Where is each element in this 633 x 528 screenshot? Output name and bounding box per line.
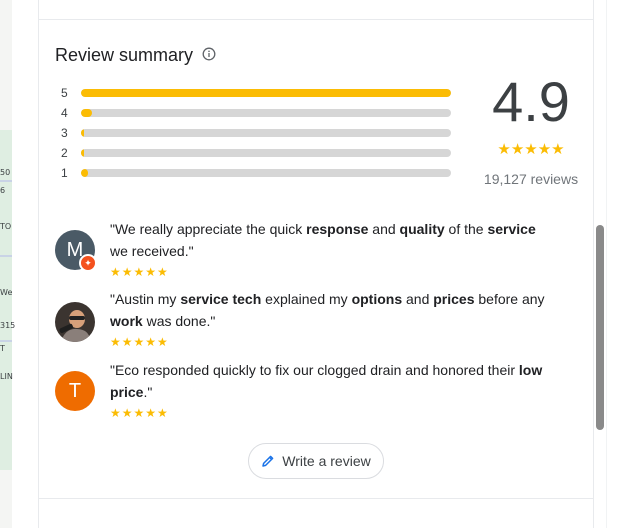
review-panel: Review summary 5 4 3 2 1 4.9 ★★★★★ 19,12… xyxy=(38,0,594,528)
map-label: T xyxy=(0,344,5,353)
average-rating-stars: ★★★★★ xyxy=(497,141,565,158)
review-stars: ★★★★★ xyxy=(110,335,169,349)
rating-bar-track xyxy=(81,109,451,117)
rating-bar-fill xyxy=(81,89,451,97)
rating-bar-row[interactable]: 3 xyxy=(61,123,451,143)
write-review-label: Write a review xyxy=(282,453,371,469)
review-snippet[interactable]: M ✦ "We really appreciate the quick resp… xyxy=(55,218,555,282)
rating-bar-track xyxy=(81,149,451,157)
rating-bar-fill xyxy=(81,109,93,117)
rating-bar-row[interactable]: 4 xyxy=(61,103,451,123)
rating-bar-track xyxy=(81,169,451,177)
rating-bar-label: 3 xyxy=(61,126,68,140)
write-review-button[interactable]: Write a review xyxy=(248,443,384,479)
rating-bar-label: 2 xyxy=(61,146,68,160)
review-keyword: options xyxy=(351,291,403,307)
map-label: LIN xyxy=(0,372,13,381)
review-text: explained my xyxy=(261,291,352,307)
review-text: and xyxy=(368,221,400,237)
avatar[interactable]: T xyxy=(55,371,95,411)
map-label: 315 xyxy=(0,321,16,330)
rating-bar-label: 1 xyxy=(61,166,68,180)
average-rating: 4.9 xyxy=(492,70,570,133)
review-text: "We really appreciate the quick xyxy=(110,221,307,237)
map-label: We xyxy=(0,288,13,297)
review-keyword: service tech xyxy=(180,291,262,307)
review-text: "Eco responded quickly to fix our clogge… xyxy=(110,362,519,378)
review-snippet[interactable]: "Austin my service tech explained my opt… xyxy=(55,288,555,352)
review-text: before any xyxy=(474,291,545,307)
map-label: 50 xyxy=(0,168,11,177)
rating-bar-fill xyxy=(81,129,84,137)
map-road xyxy=(0,180,12,182)
rating-bar-row[interactable]: 1 xyxy=(61,163,451,183)
review-count-link[interactable]: 19,127 reviews xyxy=(469,171,593,187)
avatar-letter: T xyxy=(68,380,82,402)
review-stars: ★★★★★ xyxy=(110,406,169,420)
map-label: 6 xyxy=(0,186,6,195)
rating-bar-row[interactable]: 5 xyxy=(61,83,451,103)
map-road xyxy=(0,255,12,257)
top-divider xyxy=(39,19,593,20)
rating-bar-row[interactable]: 2 xyxy=(61,143,451,163)
rating-distribution: 5 4 3 2 1 xyxy=(61,83,451,183)
rating-bar-fill xyxy=(81,169,89,177)
avatar-photo-icon xyxy=(55,302,95,342)
review-text: and xyxy=(402,291,434,307)
review-quote: "Eco responded quickly to fix our clogge… xyxy=(110,359,555,403)
bottom-divider xyxy=(39,498,593,499)
local-guide-badge-icon: ✦ xyxy=(79,254,97,272)
review-text: ." xyxy=(143,384,153,400)
avatar[interactable]: M ✦ xyxy=(55,230,97,272)
scrollbar-thumb[interactable] xyxy=(596,225,604,430)
review-quote: "Austin my service tech explained my opt… xyxy=(110,288,555,332)
review-keyword: service xyxy=(487,221,536,237)
review-quote: "We really appreciate the quick response… xyxy=(110,218,555,262)
rating-bar-track xyxy=(81,129,451,137)
right-edge xyxy=(606,0,633,528)
rating-bar-label: 4 xyxy=(61,106,68,120)
pencil-icon xyxy=(262,455,274,467)
review-summary-title: Review summary xyxy=(55,45,194,65)
avatar[interactable] xyxy=(55,302,95,342)
review-text: "Austin my xyxy=(110,291,181,307)
review-keyword: quality xyxy=(399,221,445,237)
map-strip[interactable]: 50 6 TO We 315 T LIN xyxy=(0,0,16,528)
map-label: TO xyxy=(0,222,12,231)
review-snippet[interactable]: T "Eco responded quickly to fix our clog… xyxy=(55,359,555,423)
review-text: was done." xyxy=(142,313,216,329)
rating-bar-label: 5 xyxy=(61,86,68,100)
review-keyword: response xyxy=(306,221,369,237)
review-keyword: prices xyxy=(433,291,475,307)
review-text: of the xyxy=(444,221,488,237)
rating-bar-fill xyxy=(81,149,84,157)
info-icon[interactable] xyxy=(202,47,216,61)
review-keyword: work xyxy=(110,313,143,329)
review-stars: ★★★★★ xyxy=(110,265,169,279)
map-road xyxy=(0,340,12,342)
review-text: we received." xyxy=(110,243,194,259)
rating-bar-track xyxy=(81,89,451,97)
